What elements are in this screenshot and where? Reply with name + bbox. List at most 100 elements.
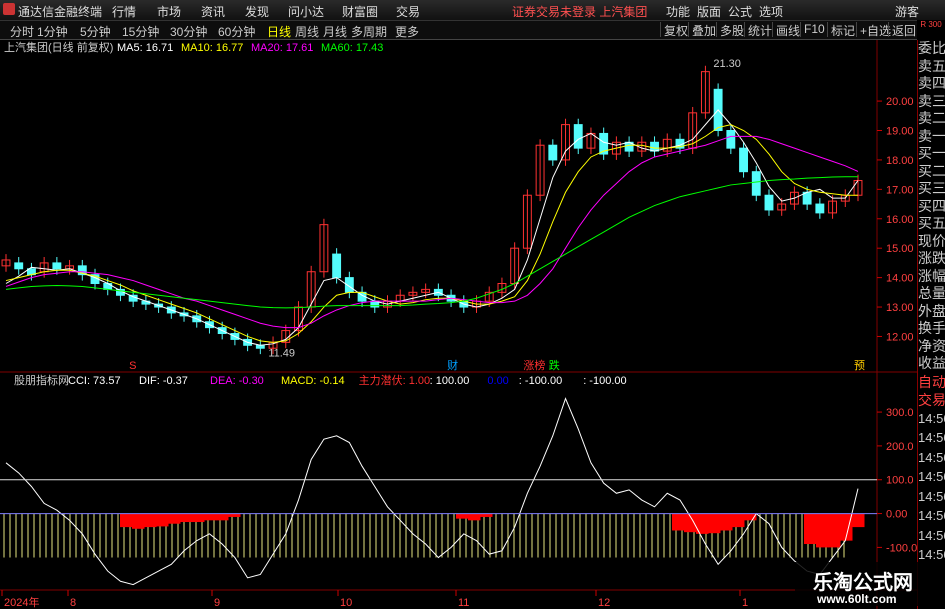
price-tick-8: 12.00 [886, 331, 914, 343]
trade-time-1: 14:56 [918, 430, 945, 445]
f10-button[interactable]: F10 [800, 22, 828, 37]
ma-label-3: MA60: 17.43 [321, 42, 383, 54]
tab-15min[interactable]: 15分钟 [122, 23, 159, 40]
zhuli-bar-39 [468, 513, 481, 521]
candle-body-4 [52, 262, 62, 270]
zhuli-bar-19 [228, 513, 241, 517]
price-axis: 20.00 19.00 18.00 17.00 16.00 15.00 14.00 13.00… [877, 96, 914, 343]
candle-body-60 [764, 194, 774, 211]
zhuli-bar-15 [180, 513, 193, 523]
sub-axis: 300.0 200.0 100.0 0.00 -100.0 [0, 407, 917, 554]
quote-item-5: 卖一 [918, 127, 945, 144]
zhuli-bar-16 [192, 513, 205, 523]
quote-item-16: 换手 [918, 320, 945, 336]
menu-gongneng[interactable]: 功能 [666, 3, 690, 20]
menu-gongshi[interactable]: 公式 [728, 3, 752, 20]
trade-time-5: 14:56 [918, 508, 945, 523]
sub-tick-1: 200.0 [886, 441, 914, 453]
price-tick-2: 18.00 [886, 155, 914, 167]
mark-button[interactable]: 标记 [827, 22, 858, 38]
quote-item-11: 现价 [918, 232, 945, 249]
price-tick-0: 20.00 [886, 96, 914, 108]
tab-monthly[interactable]: 月线 [323, 23, 347, 40]
quote-item-6: 买一 [918, 145, 945, 161]
menu-faxian[interactable]: 发现 [245, 3, 269, 20]
menu-xuanxiang[interactable]: 选项 [759, 3, 783, 20]
guest-label[interactable]: 游客 [895, 3, 919, 20]
ma-line-ma10 [5, 124, 858, 343]
zhuli-bar-17 [204, 513, 217, 521]
watermark: 乐淘公式网 www.60lt.com [795, 562, 940, 606]
tab-60min[interactable]: 60分钟 [218, 23, 255, 40]
tab-1min[interactable]: 1分钟 [37, 23, 68, 40]
back-button[interactable]: 返回 [888, 22, 919, 38]
menu-shichang[interactable]: 市场 [157, 3, 181, 20]
quote-side-panel: 委比 卖五 卖四 卖三 卖二 卖一 买一 买二 买三 买四 买五 现价 涨跌 涨幅 总量 外盘 换手 净资 收益 自… [917, 40, 945, 609]
quote-item-14: 总量 [918, 285, 945, 301]
quote-item-8: 买三 [918, 180, 945, 196]
candle-body-58 [739, 147, 748, 173]
date-tick-3: 10 [340, 597, 352, 609]
sub-legend: CCI: 73.57 DIF: -0.37 DEA: -0.30 MACD: -0.1… [68, 373, 627, 387]
watermark-title: 乐淘公式网 [813, 570, 913, 594]
zhuli-bar-68 [816, 513, 829, 548]
overlay-button[interactable]: 叠加 [688, 22, 719, 38]
tab-daily[interactable]: 日线 [267, 23, 291, 40]
auto-trade-label-1: 交易 [918, 391, 945, 408]
tab-30min[interactable]: 30分钟 [170, 23, 207, 40]
zhuli-bar-69 [828, 513, 841, 548]
high-price-label: 21.30 [713, 58, 741, 70]
quote-item-1: 卖五 [918, 57, 945, 74]
tab-weekly[interactable]: 周线 [295, 23, 319, 40]
trade-time-2: 14:56 [918, 449, 945, 465]
kline-chart[interactable]: 上汽集团(日线 前复权) MA5: 16.71 MA10: 16.77 MA20: … [0, 40, 917, 609]
auto-trade-labels: 自动 交易 [918, 373, 945, 409]
zhuli-bar-60 [720, 513, 733, 531]
price-tick-7: 13.00 [886, 302, 914, 314]
quote-item-13: 涨幅 [918, 267, 945, 284]
ma-line-ma60 [5, 176, 858, 309]
event-marker-2: 涨榜 [523, 358, 545, 372]
event-marker-1: 财 [447, 358, 458, 372]
zhuli-bar-11 [132, 513, 145, 529]
ma-legend: MA5: 16.71 MA10: 16.77 MA20: 17.61 MA60: 17… [117, 42, 383, 54]
date-axis: 2024年 8 9 10 11 12 1 [1, 590, 748, 609]
price-tick-4: 16.00 [886, 214, 914, 226]
quote-item-15: 外盘 [918, 302, 945, 319]
candle-body-43 [548, 144, 558, 161]
menu-hangqing[interactable]: 行情 [112, 3, 136, 20]
date-tick-0: 2024年 [4, 595, 39, 609]
stats-button[interactable]: 统计 [744, 22, 775, 38]
multi-stock-button[interactable]: 多股 [716, 22, 747, 38]
login-notice[interactable]: 证券交易未登录 上汽集团 [512, 3, 647, 20]
price-tick-5: 15.00 [886, 243, 914, 255]
tab-multi[interactable]: 多周期 [351, 23, 387, 40]
menu-bar: 通达信金融终端 行情 市场 资讯 发现 问小达 财富圈 交易 证券交易未登录 上… [0, 0, 945, 21]
menu-zixun[interactable]: 资讯 [201, 3, 225, 20]
trade-time-6: 14:56 [918, 527, 945, 543]
date-tick-4: 11 [458, 597, 469, 609]
quote-item-9: 买四 [918, 197, 945, 214]
draw-button[interactable]: 画线 [772, 22, 803, 38]
menu-banmian[interactable]: 版面 [697, 3, 721, 20]
tab-5min[interactable]: 5分钟 [80, 23, 111, 40]
menu-caifuquan[interactable]: 财富圈 [342, 3, 378, 20]
fuquan-button[interactable]: 复权 [660, 22, 691, 38]
trade-time-0: 14:56 [918, 410, 945, 426]
event-markers: S 财 涨榜跌 预 [129, 358, 865, 372]
tab-more[interactable]: 更多 [395, 23, 419, 40]
tab-fenshi[interactable]: 分时 [10, 23, 34, 40]
trade-time-4: 14:56 [918, 488, 945, 504]
sub-label-7: : -100.00 [519, 375, 562, 387]
candle-body-57 [726, 130, 736, 149]
menu-wenxiaoda[interactable]: 问小达 [288, 3, 324, 20]
zhuli-bar-71 [852, 513, 865, 528]
quote-items: 委比 卖五 卖四 卖三 卖二 卖一 买一 买二 买三 买四 买五 现价 涨跌 涨幅 总量 外盘 换手 净资 收益 [918, 40, 945, 373]
zhuli-bar-18 [216, 513, 229, 521]
quote-item-18: 收益 [918, 355, 945, 371]
candle-body-59 [751, 171, 761, 196]
ma-label-2: MA20: 17.61 [251, 42, 313, 54]
date-tick-6: 1 [742, 597, 748, 609]
zhuli-bar-13 [156, 513, 169, 527]
menu-jiaoyi[interactable]: 交易 [396, 3, 420, 20]
